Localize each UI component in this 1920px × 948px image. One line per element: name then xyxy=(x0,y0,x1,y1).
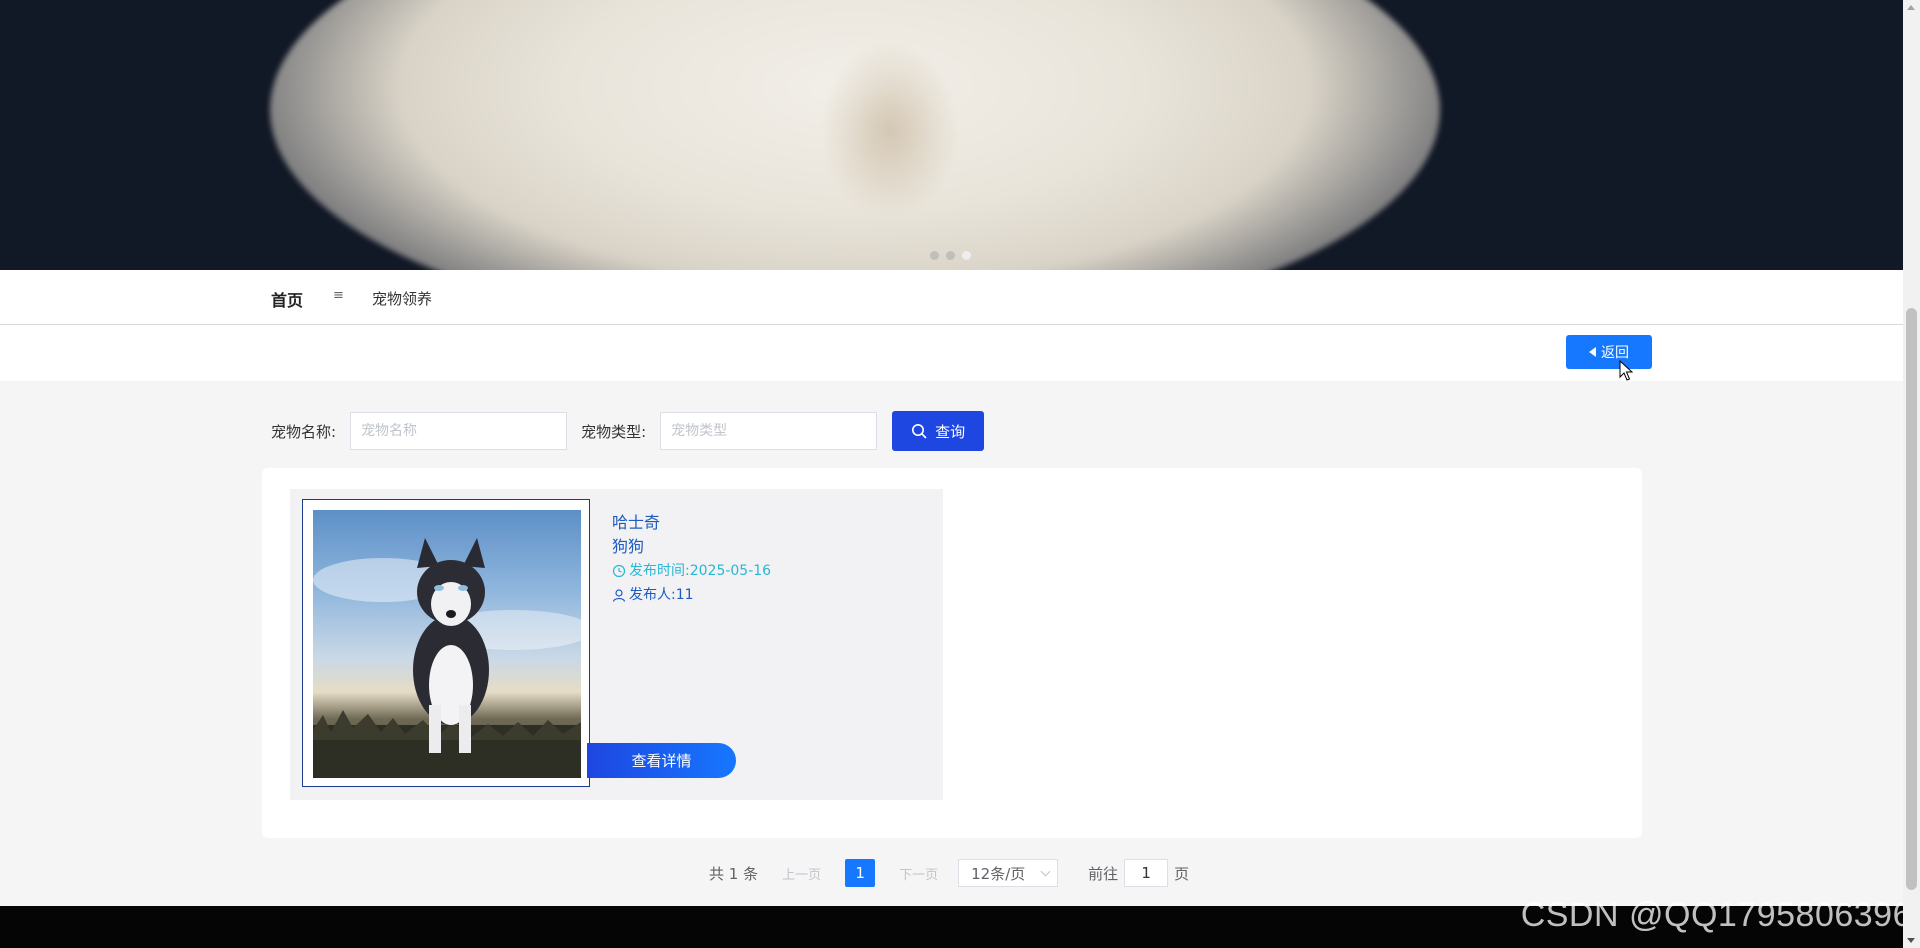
user-icon xyxy=(612,589,626,602)
pet-card[interactable]: 哈士奇 狗狗 发布时间:2025-05-16 发布人:11 查看详情 xyxy=(290,489,943,800)
goto-page-input[interactable]: 1 xyxy=(1124,859,1169,887)
pet-name[interactable]: 哈士奇 xyxy=(612,511,771,535)
vertical-scrollbar[interactable] xyxy=(1903,0,1920,948)
clock-icon xyxy=(612,564,626,578)
pet-publish-time-text: 发布时间:2025-05-16 xyxy=(629,563,772,579)
back-button-label: 返回 xyxy=(1601,345,1629,361)
scroll-up-icon[interactable] xyxy=(1907,5,1915,10)
scroll-down-icon[interactable] xyxy=(1907,938,1915,943)
pet-publish-time: 发布时间:2025-05-16 xyxy=(612,559,771,583)
breadcrumb-current: 宠物领养 xyxy=(372,290,433,308)
watermark: CSDN @QQ1795806396 xyxy=(1520,896,1912,934)
pet-publisher-text: 发布人:11 xyxy=(629,587,694,603)
next-page-button[interactable]: 下一页 xyxy=(899,864,938,883)
pagination-total: 共 1 条 xyxy=(709,864,759,883)
breadcrumb-home[interactable]: 首页 xyxy=(271,287,303,311)
caret-left-icon xyxy=(1589,347,1596,357)
carousel-dot[interactable] xyxy=(930,251,939,260)
pet-type-input[interactable] xyxy=(660,412,878,450)
pet-type: 狗狗 xyxy=(612,537,645,556)
pet-type-label: 宠物类型: xyxy=(581,422,647,441)
carousel-dot-active[interactable] xyxy=(962,251,971,260)
pet-name-label: 宠物名称: xyxy=(271,422,337,441)
chevron-down-icon xyxy=(1040,866,1051,877)
pagination: 共 1 条 上一页 1 下一页 12条/页 前往 1 页 xyxy=(709,859,1189,887)
query-button[interactable]: 查询 xyxy=(892,411,985,451)
pet-publisher: 发布人:11 xyxy=(612,583,771,607)
breadcrumb-separator: ≡ xyxy=(333,288,344,303)
mouse-cursor-icon xyxy=(1619,360,1633,381)
query-button-label: 查询 xyxy=(935,422,966,441)
banner-image-detail xyxy=(820,40,960,220)
pet-list-panel: 哈士奇 狗狗 发布时间:2025-05-16 发布人:11 查看详情 xyxy=(262,468,1642,838)
pet-info: 哈士奇 狗狗 发布时间:2025-05-16 发布人:11 xyxy=(612,511,771,607)
scrollbar-thumb[interactable] xyxy=(1906,308,1917,890)
view-detail-button[interactable]: 查看详情 xyxy=(587,743,736,778)
search-form: 宠物名称: 宠物类型: 查询 xyxy=(271,411,985,451)
search-icon xyxy=(912,424,927,439)
pet-image-frame[interactable] xyxy=(302,499,590,787)
carousel-indicators[interactable] xyxy=(930,251,971,260)
husky-illustration xyxy=(313,538,581,778)
goto-label: 前往 xyxy=(1088,864,1119,883)
carousel-dot[interactable] xyxy=(946,251,955,260)
back-bar: 返回 xyxy=(0,325,1903,381)
page-size-select[interactable]: 12条/页 xyxy=(958,859,1059,887)
page-suffix-label: 页 xyxy=(1174,864,1190,883)
page-number-1[interactable]: 1 xyxy=(845,859,876,887)
pet-image-husky[interactable] xyxy=(313,510,581,778)
banner-carousel xyxy=(0,0,1903,270)
pet-name-input[interactable] xyxy=(350,412,568,450)
breadcrumb-bar: 首页 ≡ 宠物领养 xyxy=(0,270,1903,325)
page-size-value: 12条/页 xyxy=(971,864,1026,883)
prev-page-button[interactable]: 上一页 xyxy=(782,864,821,883)
back-button[interactable]: 返回 xyxy=(1566,335,1652,369)
